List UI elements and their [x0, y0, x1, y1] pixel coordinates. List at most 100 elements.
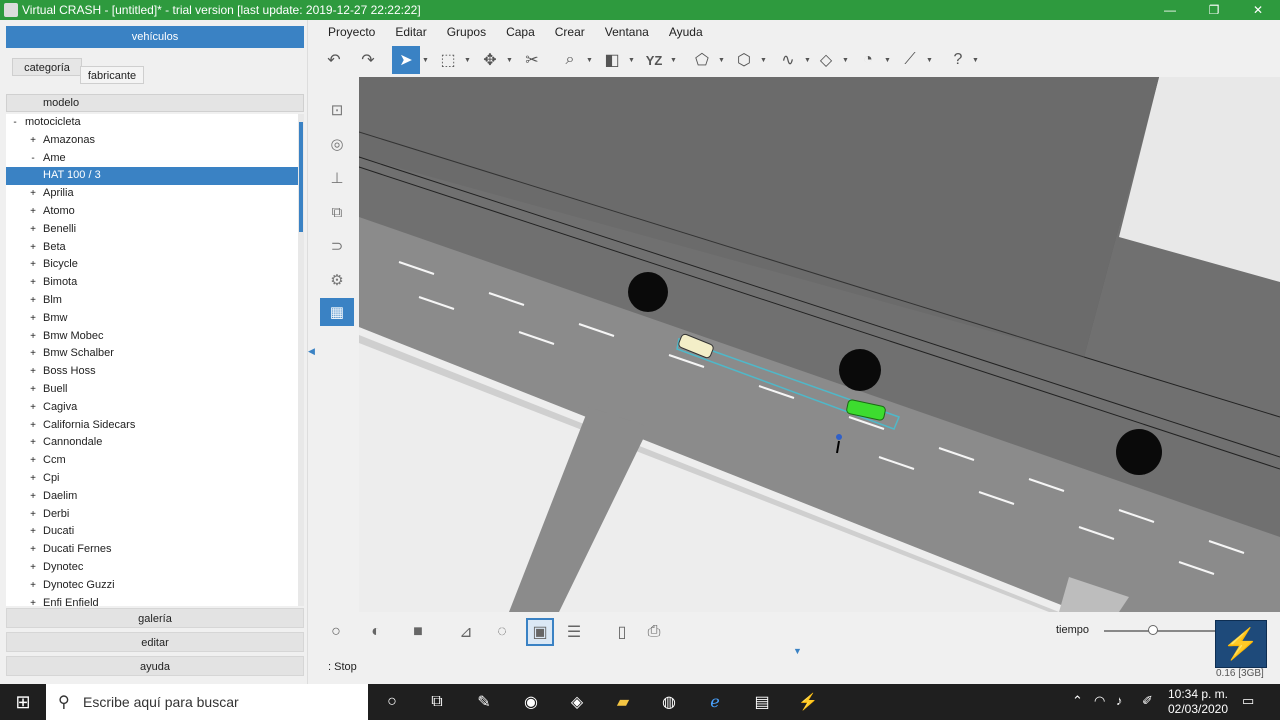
tree-item[interactable]: + Bmw [6, 310, 298, 328]
tree-item[interactable]: + Amazonas [6, 132, 298, 150]
file-explorer-icon[interactable]: ▰ [611, 690, 635, 714]
target-icon[interactable]: ◎ [320, 130, 354, 158]
virtual-crash-taskbar-icon[interactable]: ⚡ [796, 690, 820, 714]
vehicles-header[interactable]: vehículos [6, 26, 304, 48]
tree-expander-icon[interactable]: + [28, 541, 38, 559]
tree-expander-icon[interactable]: + [28, 221, 38, 239]
scene-viewport[interactable] [359, 77, 1280, 612]
menu-item[interactable]: Capa [496, 22, 545, 42]
tree-item[interactable]: - Ame [6, 150, 298, 168]
tree-item[interactable]: + Dynotec [6, 559, 298, 577]
expand-timeline-icon[interactable]: ▼ [793, 646, 802, 656]
tree-expander-icon[interactable]: + [28, 310, 38, 328]
tree-item[interactable]: + Cpi [6, 470, 298, 488]
tree-item[interactable]: + Ducati Fernes [6, 541, 298, 559]
tree-expander-icon[interactable]: + [28, 381, 38, 399]
tree-expander-icon[interactable]: + [28, 434, 38, 452]
tree-expander-icon[interactable]: + [28, 577, 38, 595]
tree-expander-icon[interactable]: + [28, 292, 38, 310]
column-header-modelo[interactable]: modelo [6, 94, 304, 112]
tree-scrollbar[interactable] [298, 114, 304, 606]
tree-item[interactable]: + Benelli [6, 221, 298, 239]
tree-expander-icon[interactable]: + [28, 328, 38, 346]
tree-expander-icon[interactable]: + [28, 559, 38, 577]
chart-tool-icon[interactable]: ⊿ [452, 618, 480, 646]
menu-item[interactable]: Grupos [437, 22, 496, 42]
ruler-icon[interactable]: ⟋ [896, 46, 924, 74]
lasso-tool-icon[interactable]: ◌ [488, 618, 516, 646]
tree-item[interactable]: + Cannondale [6, 434, 298, 452]
tree-expander-icon[interactable]: + [28, 345, 38, 363]
tree-item[interactable]: + Enfi Enfield [6, 595, 298, 606]
edge-icon[interactable]: ℯ [703, 690, 727, 714]
menu-item[interactable]: Ayuda [659, 22, 713, 42]
undo-icon[interactable]: ↶ [320, 46, 348, 74]
select-arrow-icon[interactable]: ➤ [392, 46, 420, 74]
time-slider-knob[interactable] [1148, 625, 1158, 635]
tree-expander-icon[interactable]: - [10, 114, 20, 132]
menu-item[interactable]: Crear [545, 22, 595, 42]
taskbar-clock[interactable]: 10:34 p. m. 02/03/2020 [1166, 687, 1230, 717]
cube-view-icon[interactable]: ◧ [598, 46, 626, 74]
shape-icon[interactable]: ⬠ [688, 46, 716, 74]
tree-item[interactable]: + Bimota [6, 274, 298, 292]
delete-cross-icon[interactable]: ✂ [518, 46, 546, 74]
galeria-button[interactable]: galería [6, 608, 304, 628]
menu-item[interactable]: Ventana [595, 22, 659, 42]
window-tool-icon[interactable]: ▣ [526, 618, 554, 646]
move-gizmo-icon[interactable]: ✥ [476, 46, 504, 74]
tree-item[interactable]: + California Sidecars [6, 417, 298, 435]
tree-item[interactable]: + Boss Hoss [6, 363, 298, 381]
tree-expander-icon[interactable]: - [28, 150, 38, 168]
tree-item[interactable]: + Aprilia [6, 185, 298, 203]
tree-expander-icon[interactable]: + [28, 256, 38, 274]
tree-item[interactable]: - motocicleta [6, 114, 298, 132]
minimize-button[interactable]: — [1148, 0, 1192, 20]
yz-plane-icon[interactable]: YZ [640, 46, 668, 74]
magnet-icon[interactable]: ⊃ [320, 232, 354, 260]
page-icon[interactable]: ▯ [608, 618, 636, 646]
tree-expander-icon[interactable]: + [28, 523, 38, 541]
tree-expander-icon[interactable]: + [28, 274, 38, 292]
cursor-list-icon[interactable]: ☰ [560, 618, 588, 646]
angle-icon[interactable]: ◔ [854, 46, 882, 74]
settings-gear-icon[interactable]: ⚙ [320, 266, 354, 294]
path-icon[interactable]: ∿ [774, 46, 802, 74]
tree-expander-icon[interactable]: + [28, 185, 38, 203]
menu-item[interactable]: Editar [385, 22, 436, 42]
notifications-icon[interactable]: ▭ [1242, 693, 1254, 709]
circle-tool-icon[interactable]: ○ [322, 618, 350, 646]
start-button-icon[interactable]: ⊞ [0, 684, 46, 720]
camera-add-icon[interactable]: ⊡ [320, 96, 354, 124]
tree-item[interactable]: + Derbi [6, 506, 298, 524]
tree-item[interactable]: + Cagiva [6, 399, 298, 417]
search-input[interactable]: Escribe aquí para buscar [83, 694, 239, 710]
pedestrian-marker[interactable] [836, 434, 842, 440]
tree-expander-icon[interactable]: + [28, 470, 38, 488]
help-icon[interactable]: ? [944, 46, 972, 74]
scrollbar-thumb[interactable] [299, 122, 303, 232]
tree-expander-icon[interactable]: + [28, 506, 38, 524]
tree-item[interactable]: + Beta [6, 239, 298, 257]
tree-item[interactable]: HAT 100 / 3 [6, 167, 298, 186]
axes-icon[interactable]: ⊥ [320, 164, 354, 192]
tree-expander-icon[interactable]: + [28, 595, 38, 606]
zoom-icon[interactable]: ⌕ [556, 46, 584, 74]
tree-expander-icon[interactable]: + [28, 203, 38, 221]
tree-item[interactable]: + Bmw Schalber [6, 345, 298, 363]
app-shortcut-4-icon[interactable]: ▤ [750, 690, 774, 714]
redo-icon[interactable]: ↷ [354, 46, 382, 74]
tree-item[interactable]: + Daelim [6, 488, 298, 506]
tree-item[interactable]: + Dynotec Guzzi [6, 577, 298, 595]
tree-expander-icon[interactable]: + [28, 452, 38, 470]
tab-fabricante[interactable]: fabricante [80, 66, 144, 84]
close-button[interactable]: ✕ [1236, 0, 1280, 20]
polygon-icon[interactable]: ⬡ [730, 46, 758, 74]
restore-button[interactable]: ❐ [1192, 0, 1236, 20]
collapse-panel-icon[interactable]: ◀ [308, 346, 315, 357]
tree-expander-icon[interactable]: + [28, 132, 38, 150]
app-shortcut-icon[interactable]: ✎ [472, 690, 496, 714]
cortana-icon[interactable]: ○ [380, 690, 404, 714]
volume-icon[interactable]: ♪ [1116, 693, 1123, 708]
tree-item[interactable]: + Atomo [6, 203, 298, 221]
